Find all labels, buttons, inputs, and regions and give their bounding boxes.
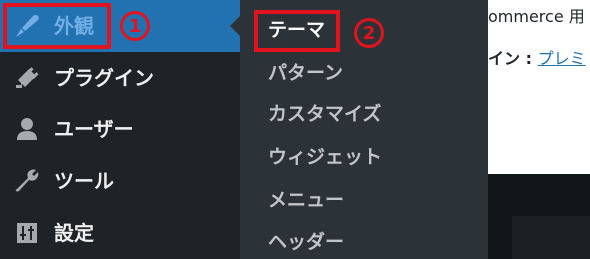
- background-text-line: ommerce 用: [488, 7, 585, 26]
- highlight-box-themes: [254, 10, 340, 52]
- sidebar-item-settings[interactable]: 設定: [0, 207, 240, 259]
- settings-sliders-icon: [12, 218, 42, 248]
- sidebar-item-label: ツール: [54, 169, 114, 193]
- highlight-box-appearance: [3, 3, 111, 49]
- sidebar-item-label: 設定: [54, 221, 94, 245]
- premium-link[interactable]: プレミ: [538, 49, 586, 68]
- submenu-item-customize[interactable]: カスタマイズ: [268, 100, 381, 128]
- sidebar-item-label: ユーザー: [54, 117, 134, 141]
- user-icon: [12, 114, 42, 144]
- plugin-icon: [12, 63, 42, 93]
- background-label: イン :: [488, 49, 532, 68]
- submenu-item-widgets[interactable]: ウィジェット: [268, 143, 382, 171]
- wrench-icon: [12, 166, 42, 196]
- sidebar-item-plugins[interactable]: プラグイン: [0, 52, 240, 104]
- sidebar-item-label: プラグイン: [54, 66, 154, 90]
- sidebar-item-users[interactable]: ユーザー: [0, 103, 240, 155]
- step-badge-2: 2: [354, 18, 384, 48]
- sidebar-item-tools[interactable]: ツール: [0, 155, 240, 207]
- step-badge-1: 1: [120, 11, 150, 41]
- submenu-item-header[interactable]: ヘッダー: [268, 228, 344, 256]
- submenu-item-patterns[interactable]: パターン: [268, 59, 343, 87]
- background-text-line: イン : プレミ: [488, 48, 586, 70]
- submenu-item-menus[interactable]: メニュー: [268, 186, 344, 214]
- background-dark-bar: [512, 216, 590, 259]
- active-menu-pointer: [230, 16, 240, 36]
- background-page-content: ommerce 用 イン : プレミ: [488, 0, 590, 174]
